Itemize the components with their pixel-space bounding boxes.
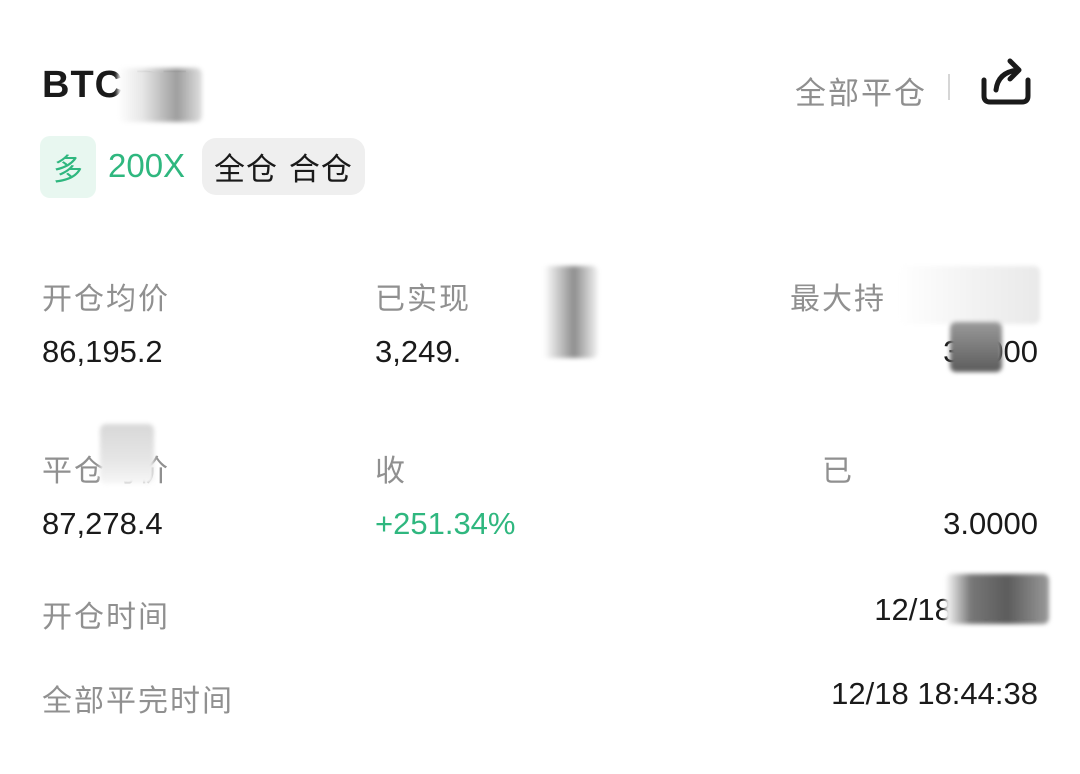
side-badge: 多	[40, 136, 96, 198]
closed-amount-label: 已	[822, 454, 854, 489]
redaction-mask	[945, 574, 1049, 624]
leverage-label: 200X	[108, 147, 186, 184]
roi-label: 收	[375, 454, 407, 489]
realized-pnl-value: 3,249.	[375, 334, 462, 369]
close-all-button[interactable]: 全部平仓	[795, 68, 927, 113]
header-divider	[948, 74, 950, 100]
closed-amount-value: 3.0000	[943, 506, 1038, 541]
redaction-mask	[118, 68, 202, 122]
close-time-value: 12/18 18:44:38	[831, 676, 1038, 711]
open-time-label: 开仓时间	[42, 600, 170, 635]
redaction-mask	[950, 322, 1002, 372]
redaction-mask	[100, 424, 154, 484]
redaction-mask	[478, 266, 598, 358]
realized-pnl-label: 已实现	[375, 282, 471, 317]
redaction-mask	[898, 266, 1040, 324]
position-history-card: BTC DT 全部平仓 多 200X 全仓 合仓 开仓均价 86,195.2 已…	[0, 0, 1080, 774]
margin-mode-badge: 全仓 合仓	[202, 138, 365, 195]
avg-open-price-label: 开仓均价	[42, 282, 170, 317]
max-position-label: 最大持	[790, 282, 886, 317]
roi-value: +251.34%	[375, 506, 516, 541]
avg-close-price-value: 87,278.4	[42, 506, 163, 541]
close-time-label: 全部平完时间	[42, 684, 234, 719]
avg-open-price-value: 86,195.2	[42, 334, 163, 369]
share-icon[interactable]	[978, 56, 1034, 108]
